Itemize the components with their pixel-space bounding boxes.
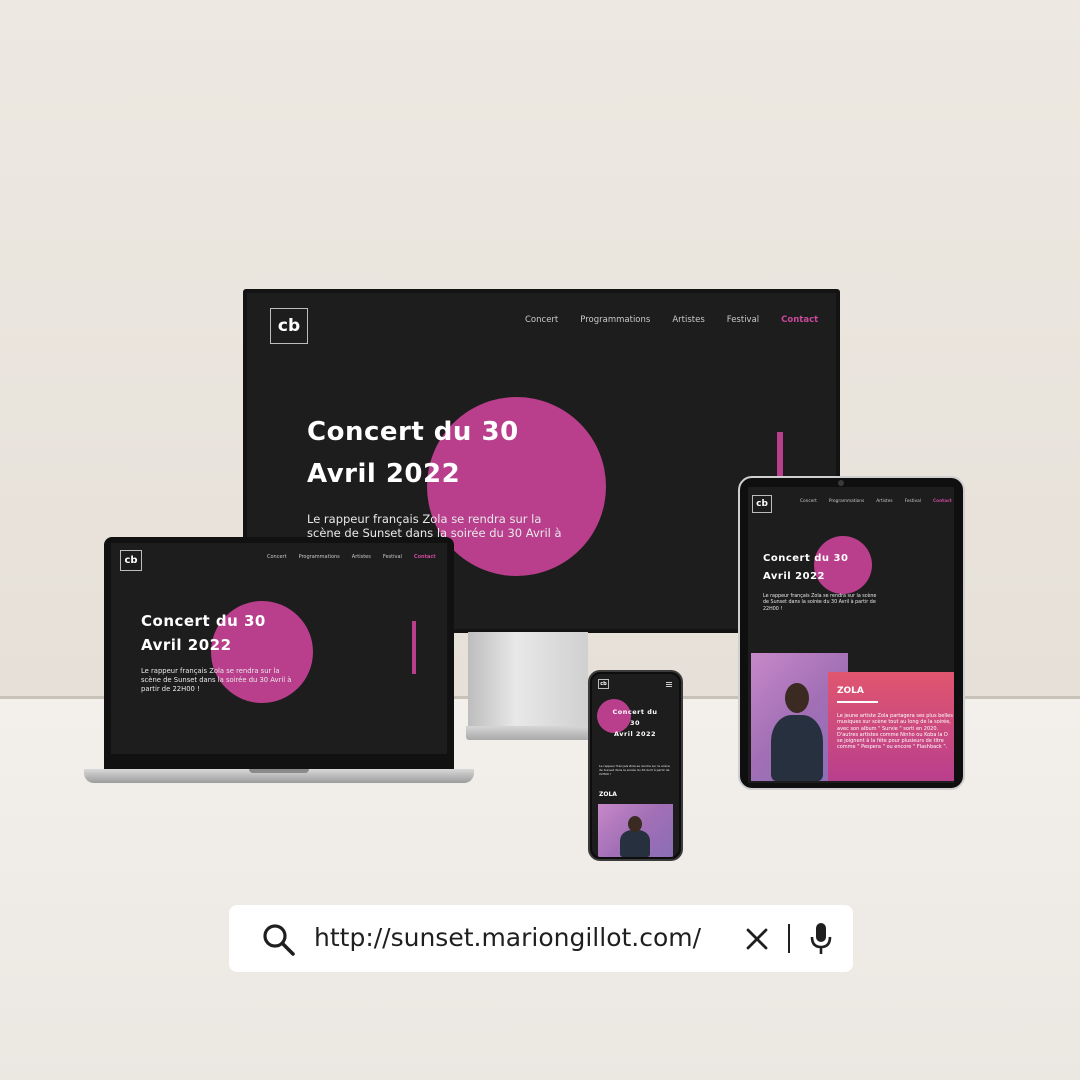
artist-figure — [771, 715, 823, 781]
nav-festival[interactable]: Festival — [905, 499, 921, 504]
laptop-notch — [249, 769, 309, 773]
hero-title-line1: Concert du 30 — [763, 553, 849, 564]
monitor-stand-base — [466, 726, 590, 740]
hero-title: Concert du 30 Avril 2022 — [141, 609, 266, 657]
artist-name: ZOLA — [837, 686, 864, 696]
hero-title-line2: Avril 2022 — [307, 459, 461, 489]
nav-contact[interactable]: Contact — [781, 315, 818, 325]
tablet-camera — [838, 480, 844, 486]
hero-title-line2: Avril 2022 — [141, 636, 232, 654]
tablet-site-screen: cb Concert Programmations Artistes Festi… — [748, 487, 954, 783]
nav-concert[interactable]: Concert — [525, 315, 558, 325]
laptop-nav: Concert Programmations Artistes Festival… — [267, 554, 436, 560]
artist-card: ZOLA Le jeune artiste Zola partagera ses… — [828, 672, 954, 781]
artist-name-underline — [837, 701, 878, 703]
logo-text: cb — [124, 555, 138, 566]
nav-artistes[interactable]: Artistes — [876, 499, 892, 504]
hero-title: Concert du 30 Avril 2022 — [307, 411, 519, 495]
artist-head — [628, 816, 642, 832]
hero-title-line1: Concert du 30 — [612, 708, 658, 727]
nav-concert[interactable]: Concert — [800, 499, 817, 504]
search-divider — [788, 924, 790, 953]
artist-name: ZOLA — [599, 791, 617, 798]
artist-text: Le jeune artiste Zola partagera ses plus… — [837, 713, 953, 751]
hero-title: Concert du 30 Avril 2022 — [608, 707, 662, 740]
hero-title-line2: Avril 2022 — [613, 730, 657, 738]
nav-festival[interactable]: Festival — [383, 554, 402, 560]
desktop-nav: Concert Programmations Artistes Festival… — [525, 315, 818, 325]
artist-head — [785, 683, 809, 713]
nav-festival[interactable]: Festival — [727, 315, 759, 325]
hero-title-line2: Avril 2022 — [763, 571, 826, 582]
logo-text: cb — [756, 499, 768, 509]
laptop-logo[interactable]: cb — [120, 550, 142, 571]
nav-contact[interactable]: Contact — [414, 554, 436, 560]
hero-title-line1: Concert du 30 — [307, 417, 519, 447]
clear-icon[interactable] — [746, 928, 768, 950]
laptop-site-screen: cb Concert Programmations Artistes Festi… — [111, 543, 447, 754]
logo-text: cb — [277, 316, 301, 336]
nav-artistes[interactable]: Artistes — [352, 554, 371, 560]
tablet-logo[interactable]: cb — [752, 495, 772, 513]
search-bar[interactable]: http://sunset.mariongillot.com/ — [229, 905, 853, 972]
desktop-logo[interactable]: cb — [270, 308, 308, 344]
nav-programmations[interactable]: Programmations — [829, 499, 864, 504]
hero-title-line1: Concert du 30 — [141, 612, 266, 630]
url-input[interactable]: http://sunset.mariongillot.com/ — [314, 923, 701, 952]
hero-text: Le rappeur français Zola se rendra sur l… — [599, 764, 670, 776]
tablet-nav: Concert Programmations Artistes Festival… — [800, 499, 952, 504]
accent-bar — [412, 621, 416, 674]
hero-title: Concert du 30 Avril 2022 — [763, 550, 848, 586]
nav-contact[interactable]: Contact — [933, 499, 952, 504]
microphone-icon[interactable] — [809, 922, 833, 956]
hamburger-menu-icon[interactable] — [666, 682, 672, 687]
monitor-stand — [468, 632, 588, 726]
nav-concert[interactable]: Concert — [267, 554, 287, 560]
hero-text: Le rappeur français Zola se rendra sur l… — [141, 667, 292, 693]
artist-figure — [620, 830, 650, 857]
phone-logo[interactable]: cb — [598, 679, 609, 689]
nav-programmations[interactable]: Programmations — [580, 315, 650, 325]
artist-photo — [598, 804, 673, 857]
nav-artistes[interactable]: Artistes — [672, 315, 704, 325]
logo-text: cb — [600, 681, 607, 687]
hero-text: Le rappeur français Zola se rendra sur l… — [763, 594, 877, 612]
phone-site-screen: cb Concert du 30 Avril 2022 Le rappeur f… — [592, 674, 679, 857]
search-icon[interactable] — [262, 923, 296, 957]
nav-programmations[interactable]: Programmations — [299, 554, 340, 560]
